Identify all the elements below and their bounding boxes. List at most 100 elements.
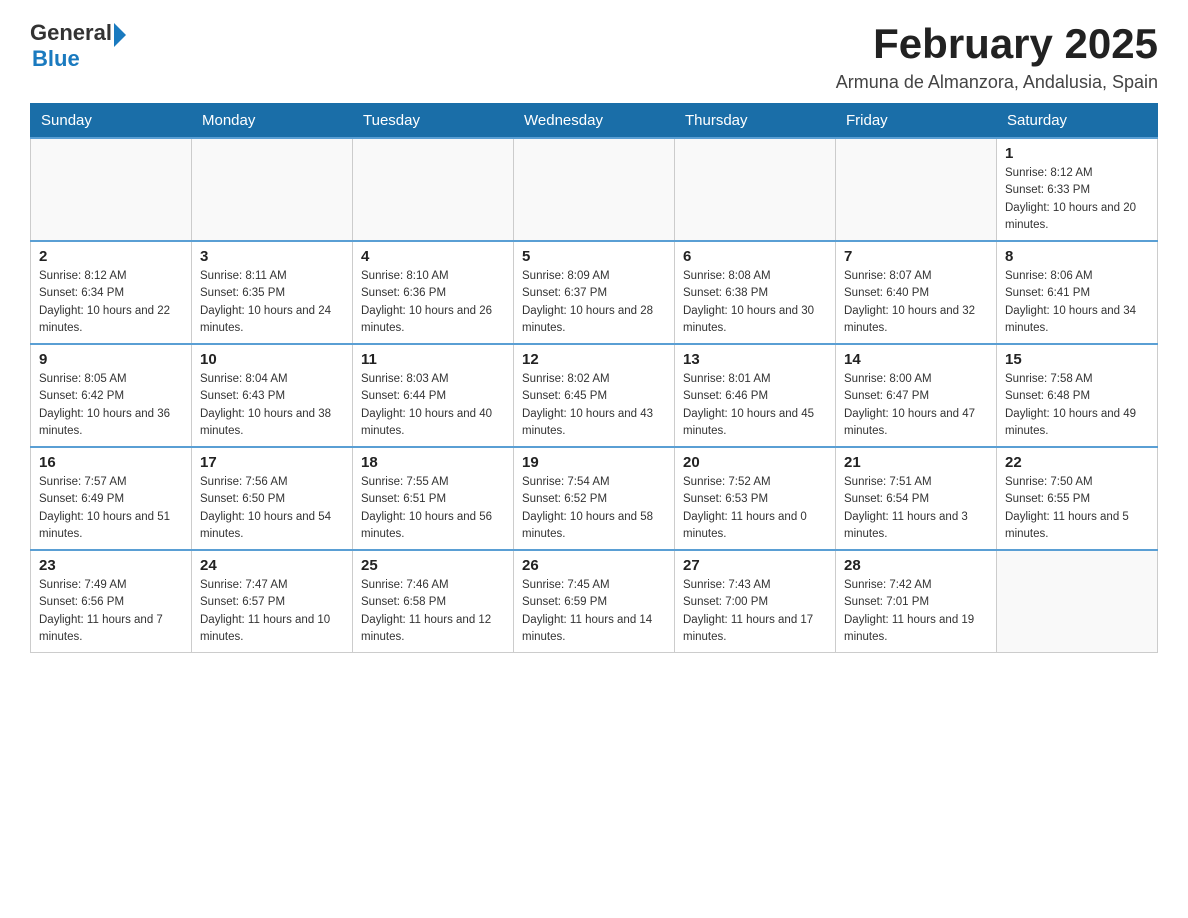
day-number: 2 <box>39 248 183 265</box>
day-detail: Sunrise: 8:10 AMSunset: 6:36 PMDaylight:… <box>361 268 505 337</box>
calendar-cell: 10 Sunrise: 8:04 AMSunset: 6:43 PMDayligh… <box>192 344 353 447</box>
calendar-cell: 18 Sunrise: 7:55 AMSunset: 6:51 PMDayligh… <box>353 447 514 550</box>
day-detail: Sunrise: 8:11 AMSunset: 6:35 PMDaylight:… <box>200 268 344 337</box>
day-detail: Sunrise: 7:46 AMSunset: 6:58 PMDaylight:… <box>361 577 505 646</box>
day-detail: Sunrise: 8:07 AMSunset: 6:40 PMDaylight:… <box>844 268 988 337</box>
day-number: 3 <box>200 248 344 265</box>
day-number: 13 <box>683 351 827 368</box>
day-detail: Sunrise: 8:06 AMSunset: 6:41 PMDaylight:… <box>1005 268 1149 337</box>
calendar-cell: 21Sunrise: 7:51 AMSunset: 6:54 PMDayligh… <box>836 447 997 550</box>
day-number: 14 <box>844 351 988 368</box>
calendar-cell <box>31 138 192 241</box>
day-detail: Sunrise: 8:12 AMSunset: 6:33 PMDaylight:… <box>1005 165 1149 234</box>
calendar-cell: 7 Sunrise: 8:07 AMSunset: 6:40 PMDaylight… <box>836 241 997 344</box>
day-detail: Sunrise: 7:54 AMSunset: 6:52 PMDaylight:… <box>522 474 666 543</box>
day-header-thursday: Thursday <box>675 104 836 139</box>
day-header-tuesday: Tuesday <box>353 104 514 139</box>
calendar-cell: 25 Sunrise: 7:46 AMSunset: 6:58 PMDayligh… <box>353 550 514 653</box>
calendar-cell: 9 Sunrise: 8:05 AMSunset: 6:42 PMDaylight… <box>31 344 192 447</box>
day-number: 27 <box>683 557 827 574</box>
calendar-cell: 22Sunrise: 7:50 AMSunset: 6:55 PMDayligh… <box>997 447 1158 550</box>
header: General Blue February 2025 Armuna de Alm… <box>30 20 1158 93</box>
calendar-week-row: 16 Sunrise: 7:57 AMSunset: 6:49 PMDayligh… <box>31 447 1158 550</box>
calendar-cell <box>353 138 514 241</box>
logo: General Blue <box>30 20 126 72</box>
calendar-cell: 24 Sunrise: 7:47 AMSunset: 6:57 PMDayligh… <box>192 550 353 653</box>
day-number: 1 <box>1005 145 1149 162</box>
calendar-week-row: 9 Sunrise: 8:05 AMSunset: 6:42 PMDaylight… <box>31 344 1158 447</box>
day-number: 20 <box>683 454 827 471</box>
calendar-cell: 5 Sunrise: 8:09 AMSunset: 6:37 PMDaylight… <box>514 241 675 344</box>
day-number: 15 <box>1005 351 1149 368</box>
logo-general-text: General <box>30 20 112 46</box>
calendar-header-row: SundayMondayTuesdayWednesdayThursdayFrid… <box>31 104 1158 139</box>
calendar-cell <box>997 550 1158 653</box>
day-number: 9 <box>39 351 183 368</box>
day-detail: Sunrise: 8:02 AMSunset: 6:45 PMDaylight:… <box>522 371 666 440</box>
calendar-cell: 6 Sunrise: 8:08 AMSunset: 6:38 PMDaylight… <box>675 241 836 344</box>
calendar-cell <box>836 138 997 241</box>
day-number: 8 <box>1005 248 1149 265</box>
calendar-cell: 8 Sunrise: 8:06 AMSunset: 6:41 PMDaylight… <box>997 241 1158 344</box>
day-detail: Sunrise: 7:42 AMSunset: 7:01 PMDaylight:… <box>844 577 988 646</box>
day-detail: Sunrise: 7:49 AMSunset: 6:56 PMDaylight:… <box>39 577 183 646</box>
calendar-cell: 11 Sunrise: 8:03 AMSunset: 6:44 PMDayligh… <box>353 344 514 447</box>
day-detail: Sunrise: 7:55 AMSunset: 6:51 PMDaylight:… <box>361 474 505 543</box>
calendar-cell: 15Sunrise: 7:58 AMSunset: 6:48 PMDayligh… <box>997 344 1158 447</box>
day-number: 18 <box>361 454 505 471</box>
calendar-cell: 27 Sunrise: 7:43 AMSunset: 7:00 PMDayligh… <box>675 550 836 653</box>
day-number: 26 <box>522 557 666 574</box>
day-number: 7 <box>844 248 988 265</box>
day-detail: Sunrise: 7:47 AMSunset: 6:57 PMDaylight:… <box>200 577 344 646</box>
day-number: 6 <box>683 248 827 265</box>
calendar-cell: 13 Sunrise: 8:01 AMSunset: 6:46 PMDayligh… <box>675 344 836 447</box>
day-detail: Sunrise: 8:04 AMSunset: 6:43 PMDaylight:… <box>200 371 344 440</box>
day-detail: Sunrise: 8:08 AMSunset: 6:38 PMDaylight:… <box>683 268 827 337</box>
day-detail: Sunrise: 8:03 AMSunset: 6:44 PMDaylight:… <box>361 371 505 440</box>
calendar-cell <box>192 138 353 241</box>
calendar-cell: 16 Sunrise: 7:57 AMSunset: 6:49 PMDayligh… <box>31 447 192 550</box>
day-detail: Sunrise: 7:57 AMSunset: 6:49 PMDaylight:… <box>39 474 183 543</box>
day-detail: Sunrise: 8:01 AMSunset: 6:46 PMDaylight:… <box>683 371 827 440</box>
title-area: February 2025 Armuna de Almanzora, Andal… <box>836 20 1158 93</box>
logo-arrow-icon <box>114 23 126 47</box>
day-number: 17 <box>200 454 344 471</box>
calendar-cell: 14 Sunrise: 8:00 AMSunset: 6:47 PMDayligh… <box>836 344 997 447</box>
calendar-cell: 4 Sunrise: 8:10 AMSunset: 6:36 PMDaylight… <box>353 241 514 344</box>
day-number: 10 <box>200 351 344 368</box>
day-header-saturday: Saturday <box>997 104 1158 139</box>
location-subtitle: Armuna de Almanzora, Andalusia, Spain <box>836 72 1158 93</box>
day-number: 25 <box>361 557 505 574</box>
calendar-table: SundayMondayTuesdayWednesdayThursdayFrid… <box>30 103 1158 653</box>
calendar-week-row: 23Sunrise: 7:49 AMSunset: 6:56 PMDayligh… <box>31 550 1158 653</box>
day-number: 5 <box>522 248 666 265</box>
day-number: 4 <box>361 248 505 265</box>
day-header-wednesday: Wednesday <box>514 104 675 139</box>
day-detail: Sunrise: 7:56 AMSunset: 6:50 PMDaylight:… <box>200 474 344 543</box>
calendar-cell: 26Sunrise: 7:45 AMSunset: 6:59 PMDayligh… <box>514 550 675 653</box>
calendar-cell: 3 Sunrise: 8:11 AMSunset: 6:35 PMDaylight… <box>192 241 353 344</box>
day-detail: Sunrise: 8:00 AMSunset: 6:47 PMDaylight:… <box>844 371 988 440</box>
calendar-week-row: 2 Sunrise: 8:12 AMSunset: 6:34 PMDaylight… <box>31 241 1158 344</box>
day-header-friday: Friday <box>836 104 997 139</box>
calendar-cell: 20Sunrise: 7:52 AMSunset: 6:53 PMDayligh… <box>675 447 836 550</box>
day-number: 11 <box>361 351 505 368</box>
day-number: 24 <box>200 557 344 574</box>
day-detail: Sunrise: 8:12 AMSunset: 6:34 PMDaylight:… <box>39 268 183 337</box>
day-detail: Sunrise: 8:09 AMSunset: 6:37 PMDaylight:… <box>522 268 666 337</box>
calendar-cell: 2 Sunrise: 8:12 AMSunset: 6:34 PMDaylight… <box>31 241 192 344</box>
day-detail: Sunrise: 7:43 AMSunset: 7:00 PMDaylight:… <box>683 577 827 646</box>
calendar-cell: 23Sunrise: 7:49 AMSunset: 6:56 PMDayligh… <box>31 550 192 653</box>
day-header-monday: Monday <box>192 104 353 139</box>
day-detail: Sunrise: 7:51 AMSunset: 6:54 PMDaylight:… <box>844 474 988 543</box>
day-number: 28 <box>844 557 988 574</box>
day-detail: Sunrise: 7:50 AMSunset: 6:55 PMDaylight:… <box>1005 474 1149 543</box>
calendar-week-row: 1 Sunrise: 8:12 AMSunset: 6:33 PMDaylight… <box>31 138 1158 241</box>
calendar-cell: 12Sunrise: 8:02 AMSunset: 6:45 PMDayligh… <box>514 344 675 447</box>
day-number: 16 <box>39 454 183 471</box>
day-detail: Sunrise: 8:05 AMSunset: 6:42 PMDaylight:… <box>39 371 183 440</box>
calendar-cell: 28 Sunrise: 7:42 AMSunset: 7:01 PMDayligh… <box>836 550 997 653</box>
day-header-sunday: Sunday <box>31 104 192 139</box>
calendar-cell <box>675 138 836 241</box>
day-number: 19 <box>522 454 666 471</box>
